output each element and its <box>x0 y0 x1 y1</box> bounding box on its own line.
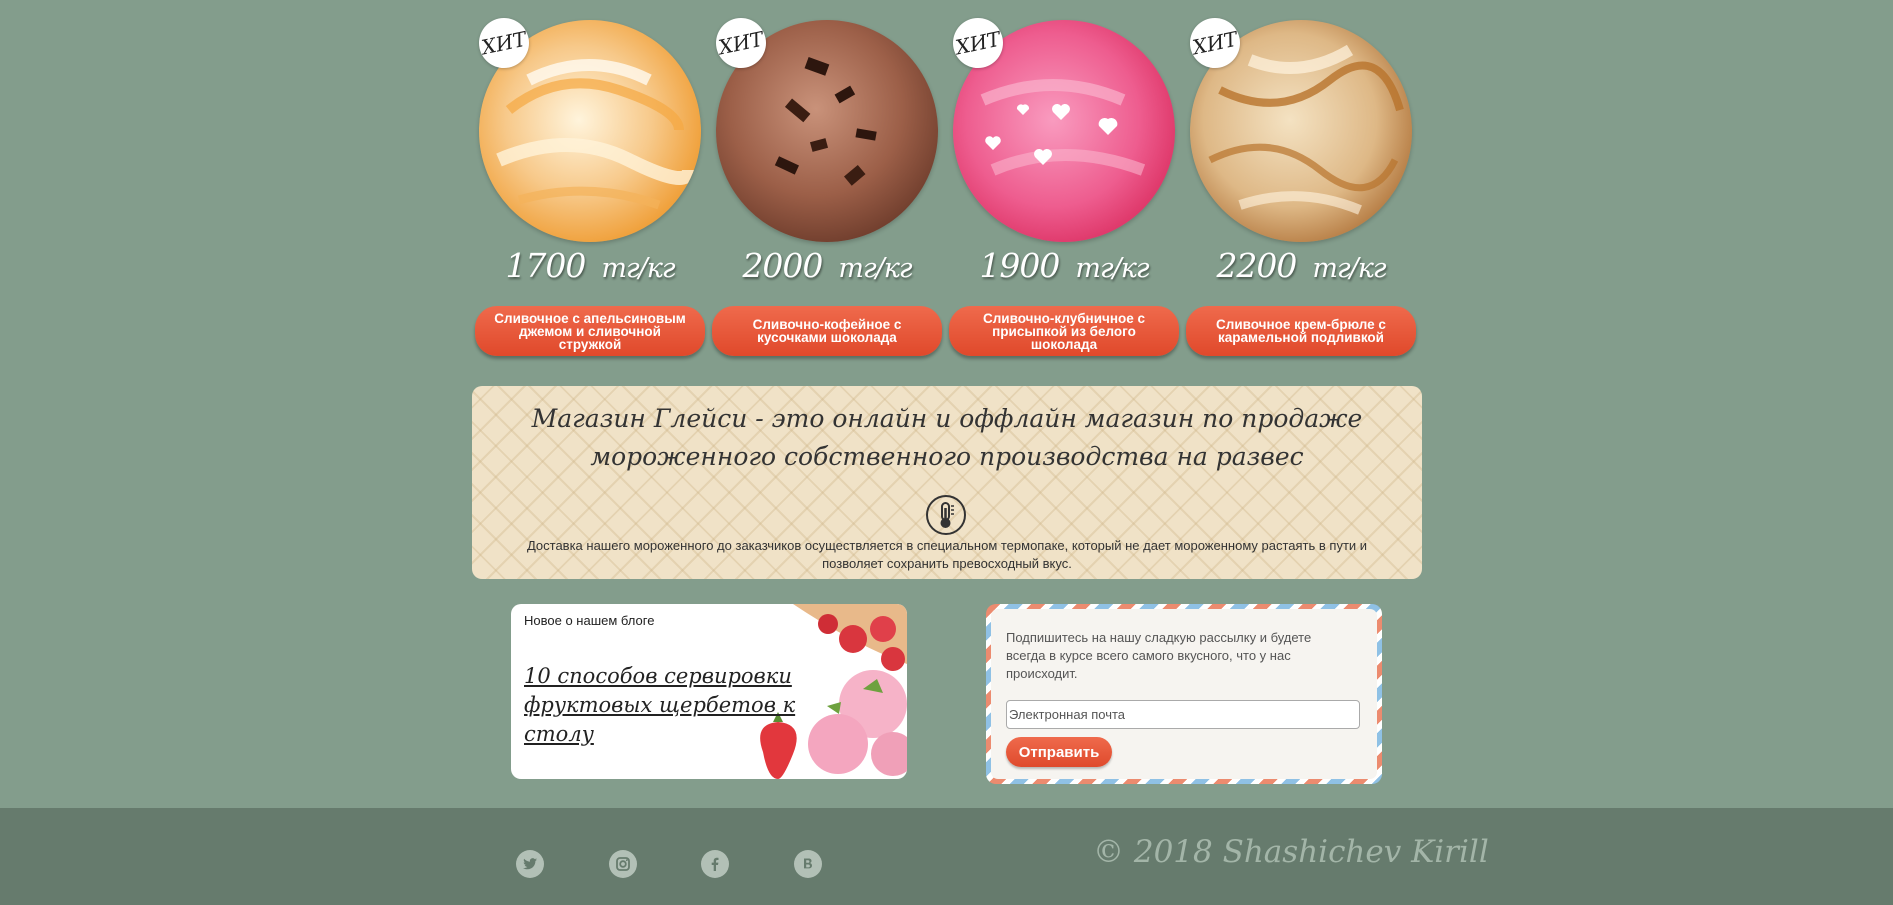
send-button[interactable]: Отправить <box>1006 737 1112 767</box>
subscribe-card: Подпишитесь на нашу сладкую рассылку и б… <box>986 604 1382 784</box>
blog-heading: Новое о нашем блоге <box>524 613 655 628</box>
about-section: Магазин Глейси - это онлайн и оффлайн ма… <box>472 386 1422 579</box>
twitter-icon[interactable] <box>516 850 544 878</box>
blog-article-link[interactable]: 10 способов сервировки фруктовых щербето… <box>524 662 864 749</box>
product-name-button[interactable]: Сливочно-клубничное с присыпкой из белог… <box>949 306 1179 356</box>
instagram-icon[interactable] <box>609 850 637 878</box>
product-card: ХИТ 2200 тг/кг Сливочное крем-брюле с кар… <box>1185 13 1416 358</box>
vk-icon[interactable] <box>794 850 822 878</box>
facebook-icon[interactable] <box>701 850 729 878</box>
about-title: Магазин Глейси - это онлайн и оффлайн ма… <box>531 404 1363 471</box>
product-price: 2200 тг/кг <box>1216 246 1386 285</box>
product-card: ХИТ 2000 тг/кг Сливочно-кофейное с кусочк… <box>711 13 942 358</box>
product-name-button[interactable]: Сливочное с апельсиновым джемом и сливоч… <box>475 306 705 356</box>
thermometer-icon <box>926 495 966 535</box>
products-section: ХИТ 1700 тг/кг Сливочное с апельсиновым д… <box>474 13 1416 358</box>
subscribe-inner: Подпишитесь на нашу сладкую рассылку и б… <box>991 609 1377 779</box>
about-text: Доставка нашего мороженного до заказчико… <box>526 538 1368 571</box>
product-price: 2000 тг/кг <box>742 246 912 285</box>
subscribe-text: Подпишитесь на нашу сладкую рассылку и б… <box>1006 630 1312 681</box>
product-card: ХИТ 1700 тг/кг Сливочное с апельсиновым д… <box>474 13 705 358</box>
footer: © 2018 Shashichev Kirill <box>0 808 1893 905</box>
product-name-button[interactable]: Сливочно-кофейное с кусочками шоколада <box>712 306 942 356</box>
product-price: 1900 тг/кг <box>979 246 1149 285</box>
product-card: ХИТ 1900 тг/кг Сливочно-клубничное с прис… <box>948 13 1179 358</box>
email-field[interactable] <box>1006 700 1360 729</box>
copyright: © 2018 Shashichev Kirill <box>1093 834 1489 870</box>
blog-card: Новое о нашем блоге 10 способов сервиров… <box>511 604 907 779</box>
product-name-button[interactable]: Сливочное крем-брюле с карамельной подли… <box>1186 306 1416 356</box>
product-price: 1700 тг/кг <box>505 246 675 285</box>
